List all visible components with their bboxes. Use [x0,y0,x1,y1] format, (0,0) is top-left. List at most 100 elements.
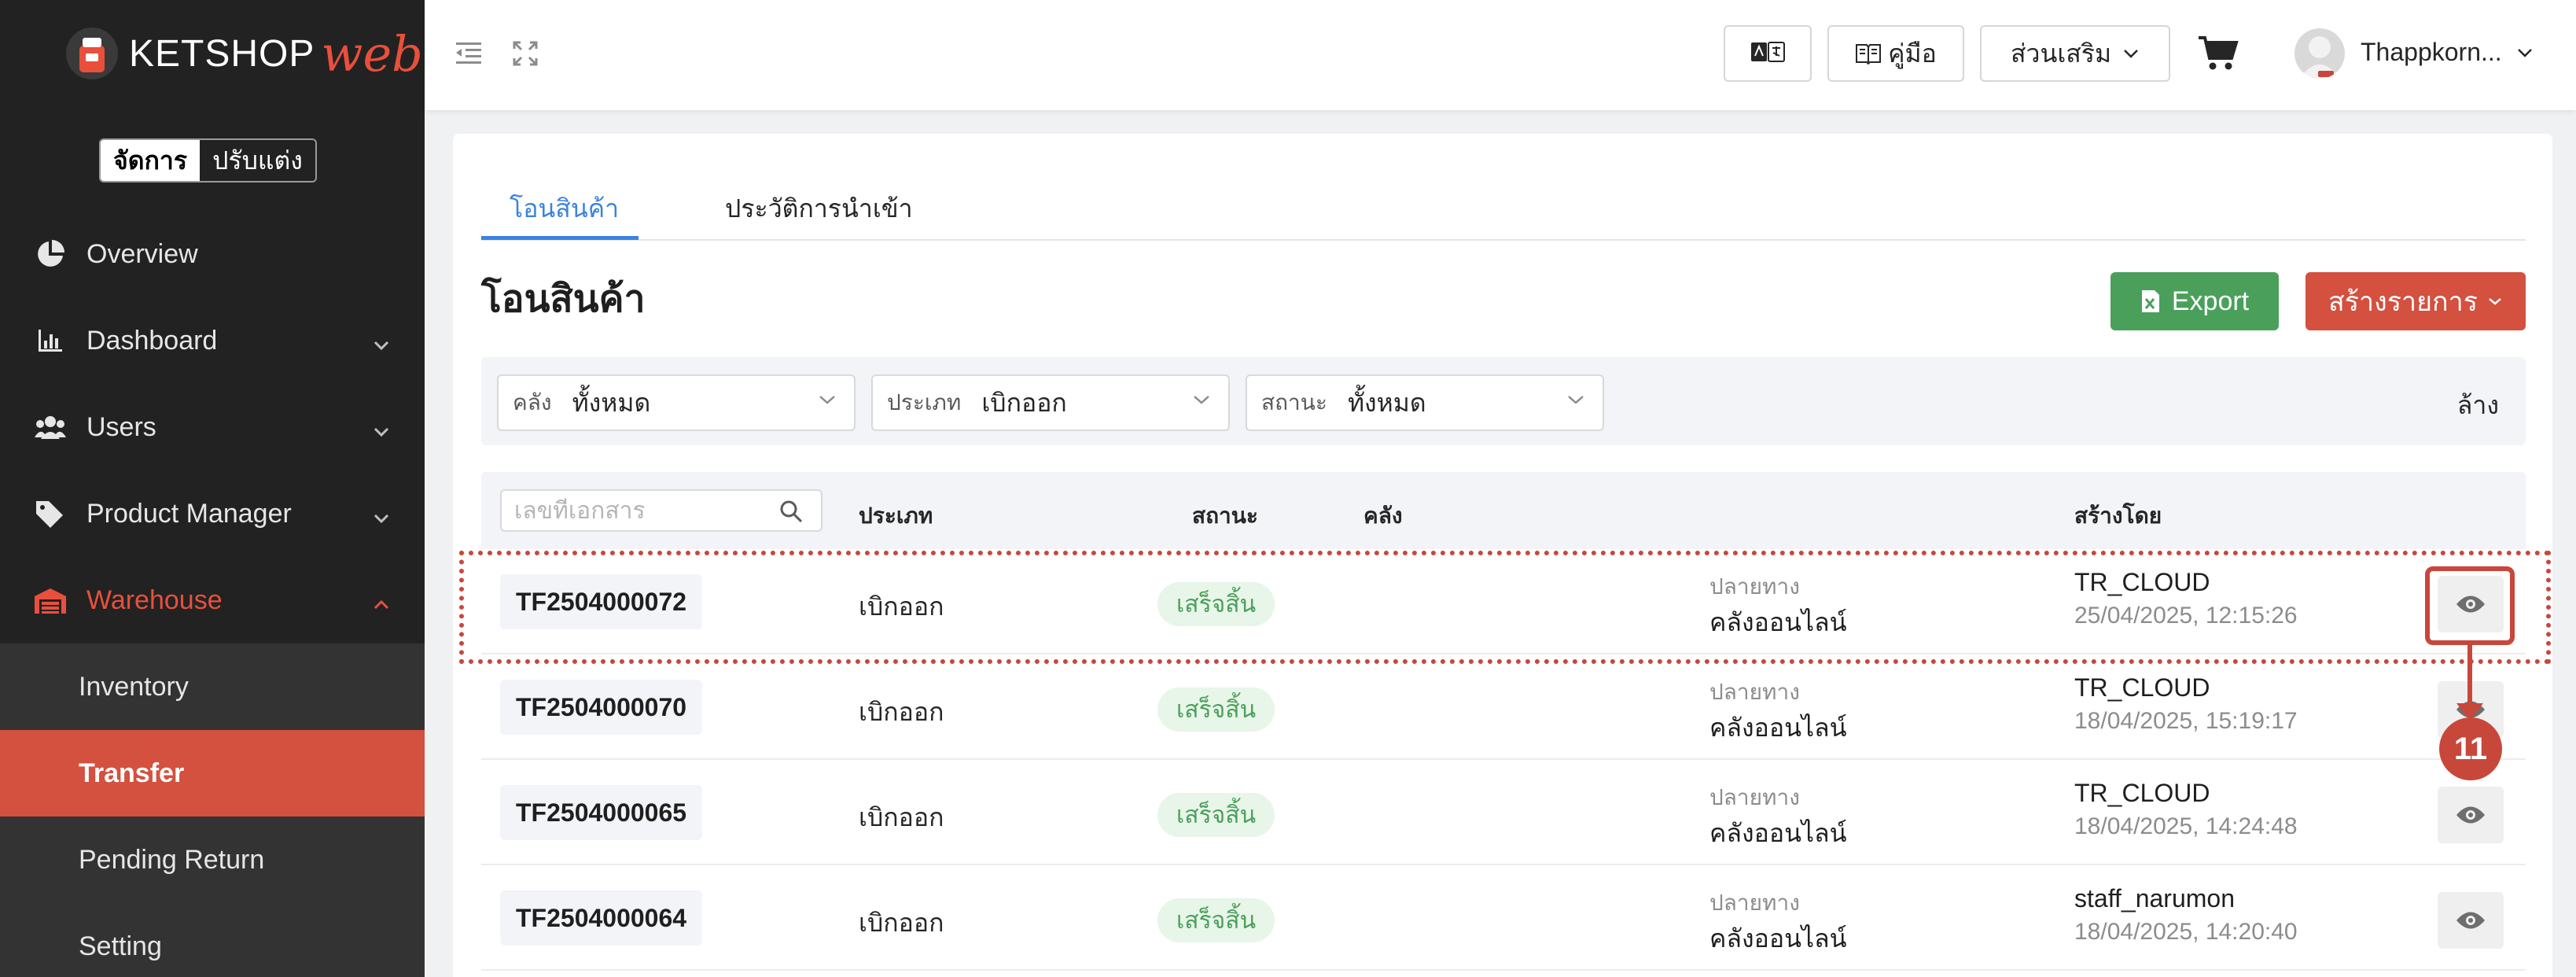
tab-transfer[interactable]: โอนสินค้า [510,189,619,229]
column-header-warehouse: คลัง [1363,503,1403,528]
sidebar-subitem-pending-return[interactable]: Pending Return [0,817,425,903]
destination-value: คลังออนไลน์ [1709,713,1847,742]
sidebar-subitem-setting[interactable]: Setting [0,903,425,977]
table-row: TF2504000064 เบิกออก เสร็จสิ้น ปลายทาง ค… [481,865,2526,971]
filter-label: สถานะ [1261,390,1327,415]
status-filter-select[interactable]: สถานะ ทั้งหมด [1246,374,1604,431]
manual-button[interactable]: คู่มือ [1827,25,1964,82]
mode-toggle: จัดการ ปรับแต่ง [99,138,317,182]
addons-label: ส่วนเสริม [2010,39,2112,68]
tab-active-indicator [481,236,638,240]
pie-chart-icon [33,240,68,268]
column-header-type: ประเภท [859,503,933,528]
row-type: เบิกออก [859,698,944,726]
filter-bar: คลัง ทั้งหมด ประเภท เบิกออก สถานะ ทั้งหม… [481,357,2526,445]
user-menu[interactable]: Thappkorn... [2361,38,2534,67]
export-button[interactable]: Export [2110,272,2279,330]
language-button[interactable] [1724,25,1812,82]
view-button[interactable] [2438,892,2504,949]
sidebar-item-dashboard[interactable]: Dashboard [0,297,425,384]
sidebar-item-label: Warehouse [86,584,223,615]
table-header: ประเภท สถานะ คลัง สร้างโดย [481,472,2526,549]
status-badge: เสร็จสิ้น [1157,688,1275,732]
table-row: TF2504000070 เบิกออก เสร็จสิ้น ปลายทาง ค… [481,654,2526,760]
users-icon [33,415,68,439]
created-timestamp: 18/04/2025, 14:24:48 [2074,813,2298,839]
column-header-created-by: สร้างโดย [2074,503,2162,528]
filter-label: คลัง [513,390,552,415]
chevron-down-icon [818,393,837,410]
cart-icon[interactable] [2197,35,2239,76]
sidebar-item-users[interactable]: Users [0,384,425,470]
topbar: คู่มือ ส่วนเสริม Thappkorn... [425,0,2576,110]
manual-label: คู่มือ [1888,39,1937,68]
destination-label: ปลายทาง [1709,785,1800,809]
mode-customize-button[interactable]: ปรับแต่ง [200,140,315,181]
create-dropdown-button[interactable]: สร้างรายการ [2306,272,2526,330]
search-icon[interactable] [778,499,804,528]
row-type: เบิกออก [859,803,944,831]
created-timestamp: 18/04/2025, 15:19:17 [2074,708,2298,734]
type-filter-select[interactable]: ประเภท เบิกออก [871,374,1230,431]
status-badge: เสร็จสิ้น [1157,793,1275,837]
filter-value: เบิกออก [981,388,1067,417]
tab-divider [481,239,2526,241]
bar-chart-icon [33,328,68,353]
sidebar-item-label: Product Manager [86,498,292,529]
sidebar-item-overview[interactable]: Overview [0,211,425,297]
fullscreen-icon[interactable] [510,38,541,73]
addons-dropdown[interactable]: ส่วนเสริม [1980,25,2170,82]
chevron-down-icon [2487,297,2503,306]
collapse-menu-icon[interactable] [453,38,484,73]
creator-name: TR_CLOUD [2074,673,2210,702]
document-number[interactable]: TF2504000070 [500,680,703,735]
avatar[interactable] [2294,28,2345,79]
excel-icon [2140,289,2161,314]
sidebar-item-label: Overview [86,238,198,269]
chevron-down-icon [1192,393,1211,410]
destination-value: คลังออนไลน์ [1709,924,1847,953]
document-search-input[interactable] [514,497,766,525]
chevron-up-icon [373,587,390,618]
document-search-box [500,489,822,532]
sidebar-item-warehouse[interactable]: Warehouse [0,557,425,643]
sidebar-subitem-transfer[interactable]: Transfer [0,730,425,817]
table-row: TF2504000065 เบิกออก เสร็จสิ้น ปลายทาง ค… [481,760,2526,865]
destination-label: ปลายทาง [1709,680,1800,704]
sidebar-subitem-inventory[interactable]: Inventory [0,643,425,730]
chevron-down-icon [373,414,390,444]
brand-suffix: web [321,24,423,83]
step-number-badge: 11 [2439,717,2502,780]
document-number[interactable]: TF2504000065 [500,785,703,840]
eye-icon [2455,805,2486,825]
sidebar-item-label: Users [86,411,156,442]
chevron-down-icon [2122,48,2140,59]
column-header-status: สถานะ [1192,503,1258,528]
sidebar: KETSHOP web จัดการ ปรับแต่ง Overview Das… [0,0,425,977]
view-button[interactable] [2438,787,2504,843]
document-number[interactable]: TF2504000064 [500,890,703,946]
clear-filters-link[interactable]: ล้าง [2457,385,2499,426]
mode-manage-button[interactable]: จัดการ [101,140,201,181]
warehouse-icon [33,587,68,614]
filter-value: ทั้งหมด [572,388,651,417]
highlight-view-button [2425,566,2515,645]
tab-import-history[interactable]: ประวัติการนำเข้า [725,189,913,229]
logo[interactable]: KETSHOP web [66,24,423,83]
created-timestamp: 18/04/2025, 14:20:40 [2074,919,2298,945]
row-type: เบิกออก [859,909,944,937]
tags-icon [33,500,68,528]
chevron-down-icon [373,500,390,531]
warehouse-filter-select[interactable]: คลัง ทั้งหมด [497,374,856,431]
status-badge: เสร็จสิ้น [1157,898,1275,942]
export-label: Export [2171,286,2250,316]
create-label: สร้างรายการ [2328,287,2478,317]
sidebar-item-product-manager[interactable]: Product Manager [0,470,425,557]
creator-name: TR_CLOUD [2074,779,2210,807]
filter-label: ประเภท [887,390,962,415]
page-title: โอนสินค้า [481,278,646,320]
username-label: Thappkorn... [2361,38,2502,66]
ketshop-logo-icon [66,28,118,79]
chevron-down-icon [373,327,390,358]
chevron-down-icon [2516,47,2534,58]
